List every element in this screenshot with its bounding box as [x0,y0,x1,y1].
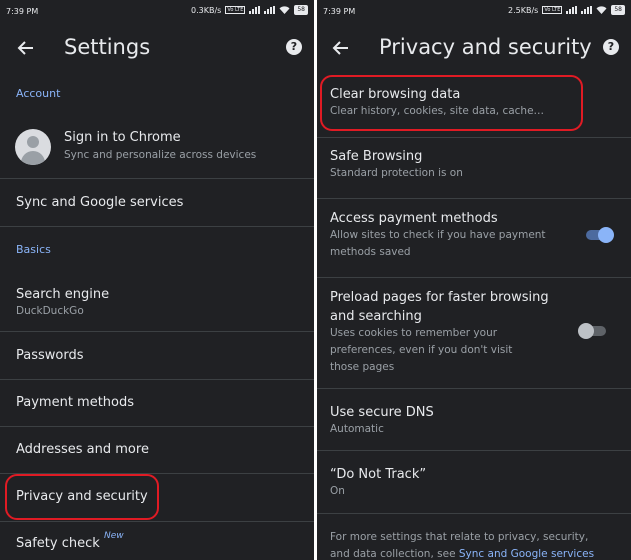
divider [317,198,631,199]
divider [317,137,631,138]
status-time: 7:39 PM [6,7,39,16]
status-icons: 0.3KB/s Vo LTE 58 [191,5,308,15]
safe-browsing-row[interactable]: Safe Browsing Standard protection is on [317,139,631,197]
signal-icon-2 [264,6,276,14]
status-bar: 7:39 PM 0.3KB/s Vo LTE 58 [0,0,314,24]
preload-subtitle-2: preferences, even if you don't visit [330,344,513,356]
divider [0,178,314,179]
wifi-icon [596,6,607,14]
footer-text-2: and data collection, see [330,548,459,560]
divider [317,277,631,278]
footer-text-1: For more settings that relate to privacy… [330,531,589,543]
divider [0,379,314,380]
wifi-icon [279,6,290,14]
access-payment-toggle[interactable] [584,227,614,243]
divider [317,513,631,514]
divider [0,226,314,227]
battery-icon: 58 [611,5,625,15]
status-time: 7:39 PM [323,7,356,16]
status-icons: 2.5KB/s Vo LTE 58 [508,5,625,15]
safe-browsing-title: Safe Browsing [330,149,423,164]
page-title: Privacy and security [379,35,592,59]
divider [0,426,314,427]
section-header-account: Account [16,87,61,100]
secure-dns-title: Use secure DNS [330,405,434,420]
addresses-row[interactable]: Addresses and more [0,428,314,473]
passwords-row[interactable]: Passwords [0,333,314,378]
sign-in-row[interactable]: Sign in to Chrome Sync and personalize a… [0,118,314,174]
sync-row[interactable]: Sync and Google services [0,180,314,224]
privacy-security-screen: 7:39 PM 2.5KB/s Vo LTE 58 Privacy and se… [317,0,631,560]
sign-in-title: Sign in to Chrome [64,130,181,145]
access-payment-subtitle-2: methods saved [330,246,411,258]
do-not-track-row[interactable]: “Do Not Track” On [317,452,631,510]
volte-icon: Vo LTE [542,6,563,14]
help-icon[interactable]: ? [603,39,619,55]
secure-dns-subtitle: Automatic [330,423,384,435]
safety-check-title: Safety check [16,536,100,551]
search-engine-subtitle: DuckDuckGo [16,305,84,317]
highlight-clear-browsing-data [320,75,583,131]
footer-line-2: and data collection, see Sync and Google… [330,546,625,560]
secure-dns-row[interactable]: Use secure DNS Automatic [317,390,631,448]
safe-browsing-subtitle: Standard protection is on [330,167,463,179]
back-arrow-icon[interactable] [16,38,36,58]
signal-icon [249,6,261,14]
search-engine-row[interactable]: Search engine DuckDuckGo [0,278,314,324]
sync-google-services-link[interactable]: Sync and Google services [459,548,594,560]
preload-title-1: Preload pages for faster browsing [330,290,549,305]
preload-pages-row[interactable]: Preload pages for faster browsing and se… [317,279,631,387]
access-payment-title: Access payment methods [330,211,498,226]
signal-icon [566,6,578,14]
addresses-title: Addresses and more [16,442,149,457]
app-bar: Settings ? [0,26,314,70]
do-not-track-subtitle: On [330,485,345,497]
net-speed: 0.3KB/s [191,5,222,15]
preload-subtitle-1: Uses cookies to remember your [330,327,498,339]
settings-screen: 7:39 PM 0.3KB/s Vo LTE 58 Settings ? Acc… [0,0,314,560]
access-payment-row[interactable]: Access payment methods Allow sites to ch… [317,200,631,275]
sign-in-subtitle: Sync and personalize across devices [64,149,257,161]
preload-subtitle-3: those pages [330,361,395,373]
avatar-icon [15,129,51,165]
divider [0,331,314,332]
app-bar: Privacy and security ? [317,26,631,70]
access-payment-subtitle-1: Allow sites to check if you have payment [330,229,546,241]
passwords-title: Passwords [16,348,84,363]
divider [0,521,314,522]
safety-check-row[interactable]: Safety check New [0,523,314,560]
status-bar: 7:39 PM 2.5KB/s Vo LTE 58 [317,0,631,24]
back-arrow-icon[interactable] [331,38,351,58]
preload-toggle[interactable] [578,323,608,339]
battery-icon: 58 [294,5,308,15]
payment-methods-row[interactable]: Payment methods [0,381,314,426]
net-speed: 2.5KB/s [508,5,539,15]
page-title: Settings [64,35,151,59]
search-engine-title: Search engine [16,287,110,302]
do-not-track-title: “Do Not Track” [330,467,427,482]
divider [317,450,631,451]
highlight-privacy-security [5,474,159,520]
payment-methods-title: Payment methods [16,395,135,410]
preload-title-2: and searching [330,309,422,324]
sync-title: Sync and Google services [16,195,184,210]
help-icon[interactable]: ? [286,39,302,55]
new-badge: New [104,531,124,541]
volte-icon: Vo LTE [225,6,246,14]
signal-icon-2 [581,6,593,14]
section-header-basics: Basics [16,243,51,256]
footer-note: For more settings that relate to privacy… [330,529,625,560]
divider [317,388,631,389]
